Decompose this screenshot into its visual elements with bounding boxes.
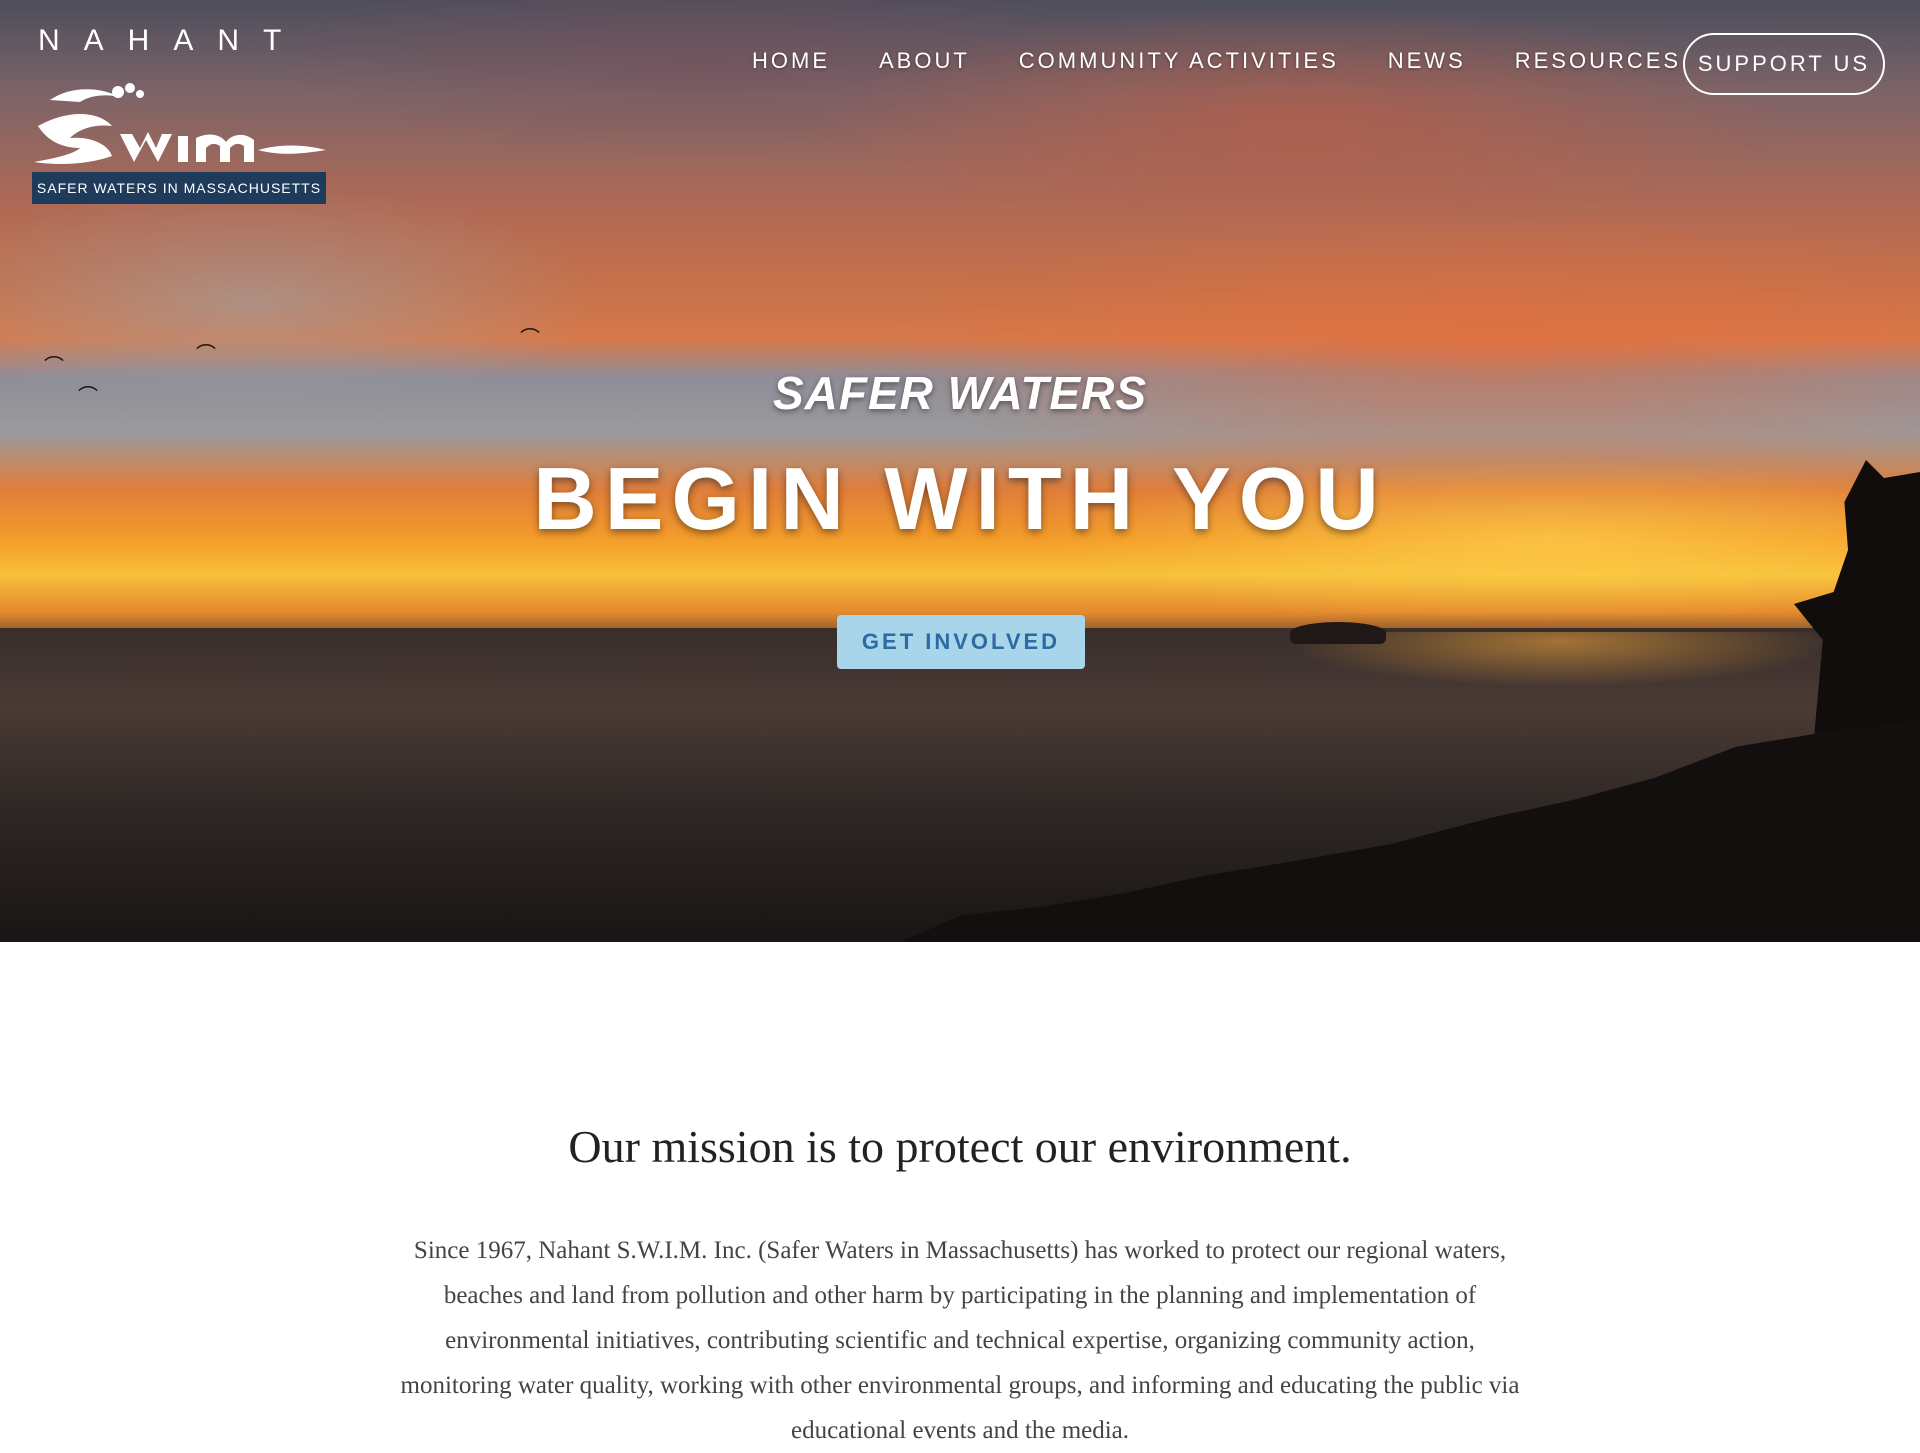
get-involved-button[interactable]: GET INVOLVED xyxy=(837,615,1085,669)
nav-item-resources[interactable]: RESOURCES xyxy=(1515,48,1681,74)
hero-headline: BEGIN WITH YOU xyxy=(533,449,1387,548)
nav-item-news[interactable]: NEWS xyxy=(1388,48,1466,74)
hero-banner: ⌒ ⌒ ⌒ ⌒ NAHANT SAFER WATERS IN MASSACHUS… xyxy=(0,0,1920,942)
mission-body: Since 1967, Nahant S.W.I.M. Inc. (Safer … xyxy=(400,1237,1520,1444)
island-silhouette xyxy=(1290,622,1386,644)
swim-logo-icon[interactable] xyxy=(30,78,330,170)
hero-kicker: SAFER WATERS xyxy=(772,367,1148,419)
brand-wordmark[interactable]: NAHANT xyxy=(38,24,305,58)
bird-icon: ⌒ xyxy=(520,326,540,350)
nav-item-home[interactable]: HOME xyxy=(752,48,830,74)
nav-item-community-activities[interactable]: COMMUNITY ACTIVITIES xyxy=(1019,48,1339,74)
nav-item-about[interactable]: ABOUT xyxy=(879,48,970,74)
logo-tagline: SAFER WATERS IN MASSACHUSETTS xyxy=(32,172,326,204)
mission-title: Our mission is to protect our environmen… xyxy=(568,1121,1352,1172)
sun-reflection xyxy=(1200,632,1920,752)
bird-icon: ⌒ xyxy=(196,342,216,366)
main-nav: HOME ABOUT COMMUNITY ACTIVITIES NEWS RES… xyxy=(752,48,1730,74)
support-us-button[interactable]: SUPPORT US xyxy=(1683,33,1885,95)
